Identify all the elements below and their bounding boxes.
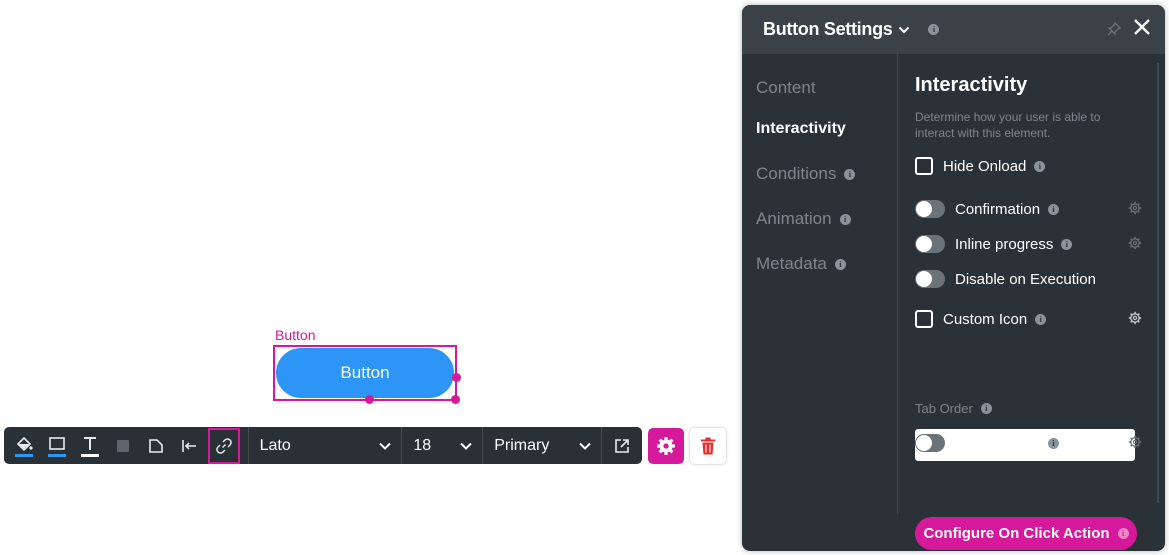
- info-icon[interactable]: i: [980, 403, 992, 414]
- canvas-button[interactable]: Button: [276, 348, 454, 398]
- fill-color-button[interactable]: [8, 427, 41, 464]
- paint-bucket-icon: [15, 436, 34, 457]
- link-icon: [215, 437, 232, 454]
- tab-label: Content: [756, 78, 816, 97]
- resize-handle-corner[interactable]: [451, 395, 460, 404]
- panel-header: Button Settings i: [742, 5, 1165, 54]
- style-select[interactable]: Primary: [483, 427, 601, 464]
- link-button[interactable]: [207, 427, 240, 464]
- gear-icon[interactable]: [1128, 435, 1142, 449]
- tab-interactivity[interactable]: Interactivity: [756, 120, 846, 138]
- tab-label: Interactivity: [756, 120, 846, 137]
- trash-icon: [701, 437, 715, 455]
- configure-on-click-button[interactable]: Configure On Click Action i: [915, 517, 1137, 550]
- info-icon[interactable]: i: [839, 213, 851, 225]
- chevron-down-icon: [460, 442, 472, 450]
- scrollbar[interactable]: [1157, 63, 1159, 503]
- tab-content[interactable]: Content: [756, 78, 816, 98]
- info-icon[interactable]: i: [928, 24, 940, 35]
- close-icon[interactable]: [1133, 18, 1151, 36]
- hide-onload-checkbox[interactable]: [915, 157, 933, 175]
- custom-icon-option[interactable]: Custom Icon i: [915, 310, 1047, 328]
- gear-icon: [657, 437, 675, 455]
- disable-on-execution-toggle[interactable]: [915, 270, 945, 288]
- font-select[interactable]: Lato: [249, 427, 402, 464]
- section-description: Determine how your user is able to inter…: [915, 110, 1101, 140]
- align-button[interactable]: [173, 427, 206, 464]
- settings-button[interactable]: [648, 428, 684, 464]
- hide-onload-option[interactable]: Hide Onload i: [915, 157, 1046, 175]
- font-size-value: 18: [413, 436, 432, 454]
- hover-modal-option[interactable]: Hover Modal i: [915, 434, 1060, 452]
- chevron-down-icon: [379, 442, 392, 450]
- element-toolbar: Lato 18 Primary: [4, 427, 642, 464]
- square-icon: [117, 439, 130, 452]
- info-icon[interactable]: i: [1117, 528, 1129, 539]
- external-link-icon: [615, 438, 629, 453]
- text-icon: [81, 436, 100, 457]
- tab-label: Metadata: [756, 254, 827, 273]
- element-name-label: Button: [275, 327, 316, 343]
- pin-icon[interactable]: [1106, 21, 1122, 37]
- info-icon[interactable]: i: [1048, 437, 1060, 449]
- disable-on-execution-option[interactable]: Disable on Execution: [915, 270, 1096, 288]
- chevron-down-icon: [579, 442, 591, 450]
- corner-radius-button[interactable]: [140, 427, 173, 464]
- option-label: Hide Onload: [943, 157, 1027, 175]
- info-icon[interactable]: i: [1034, 160, 1046, 172]
- inline-progress-option[interactable]: Inline progress i: [915, 235, 1073, 253]
- custom-icon-checkbox[interactable]: [915, 310, 933, 328]
- option-label: Confirmation: [955, 200, 1041, 218]
- panel-title[interactable]: Button Settings: [763, 19, 893, 40]
- chevron-down-icon[interactable]: [898, 24, 910, 36]
- open-external-button[interactable]: [602, 427, 642, 464]
- info-icon[interactable]: i: [834, 258, 846, 270]
- font-size-select[interactable]: 18: [402, 427, 482, 464]
- resize-handle-right[interactable]: [452, 373, 461, 382]
- info-icon[interactable]: i: [1048, 203, 1060, 215]
- section-title: Interactivity: [915, 74, 1028, 96]
- button-settings-panel: Button Settings i Content Interactivity …: [742, 5, 1165, 551]
- tab-metadata[interactable]: Metadata i: [756, 254, 846, 274]
- delete-button[interactable]: [690, 428, 726, 464]
- gear-icon[interactable]: [1128, 236, 1142, 250]
- background-button[interactable]: [107, 427, 140, 464]
- tab-label: Conditions: [756, 164, 837, 183]
- inline-progress-toggle[interactable]: [915, 235, 945, 253]
- text-color-button[interactable]: [74, 427, 107, 464]
- align-left-icon: [182, 439, 197, 452]
- tab-order-label: Tab Order i: [915, 401, 992, 416]
- option-label: Hover Modal: [955, 434, 1041, 452]
- option-label: Custom Icon: [943, 310, 1028, 328]
- gear-icon[interactable]: [1128, 311, 1142, 325]
- corner-icon: [149, 438, 164, 453]
- confirmation-toggle[interactable]: [915, 200, 945, 218]
- border-icon: [48, 436, 67, 457]
- option-label: Disable on Execution: [955, 270, 1096, 288]
- confirmation-option[interactable]: Confirmation i: [915, 200, 1060, 218]
- label-text: Tab Order: [915, 401, 973, 416]
- info-icon[interactable]: i: [844, 168, 856, 180]
- gear-icon[interactable]: [1128, 201, 1142, 215]
- option-label: Inline progress: [955, 235, 1054, 253]
- resize-handle-bottom[interactable]: [365, 395, 374, 404]
- info-icon[interactable]: i: [1035, 313, 1047, 325]
- tab-conditions[interactable]: Conditions i: [756, 164, 856, 184]
- button-label: Configure On Click Action: [923, 525, 1110, 542]
- font-select-value: Lato: [259, 436, 291, 454]
- tab-animation[interactable]: Animation i: [756, 209, 851, 229]
- hover-modal-toggle[interactable]: [915, 434, 945, 452]
- tab-label: Animation: [756, 209, 832, 228]
- settings-tabs: Content Interactivity Conditions i Anima…: [742, 54, 898, 514]
- style-select-value: Primary: [494, 436, 550, 454]
- info-icon[interactable]: i: [1061, 238, 1073, 250]
- border-color-button[interactable]: [41, 427, 74, 464]
